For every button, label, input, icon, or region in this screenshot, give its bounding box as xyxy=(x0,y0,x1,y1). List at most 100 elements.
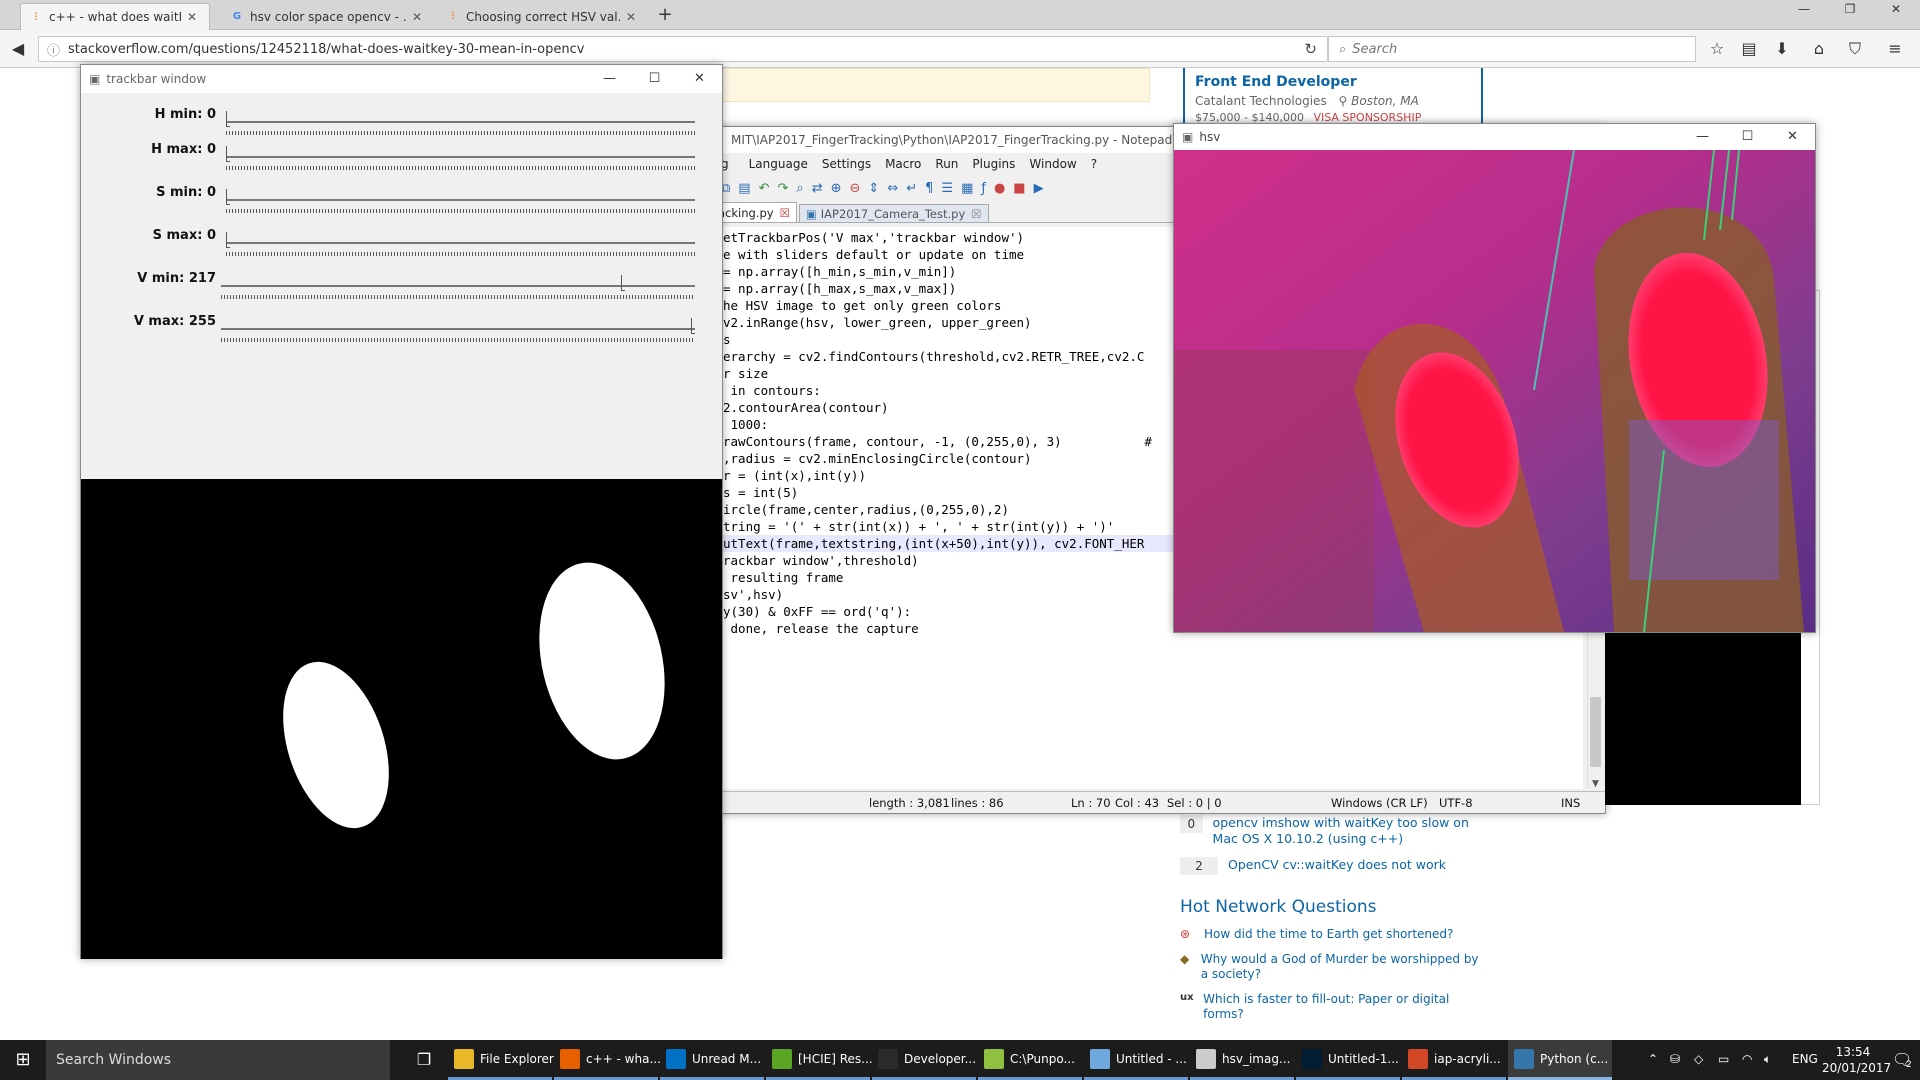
indent-guide-icon[interactable]: ☰ xyxy=(941,181,953,196)
url-bar[interactable]: ⓘ stackoverflow.com/questions/12452118/w… xyxy=(38,36,1328,62)
undo-icon[interactable]: ↶ xyxy=(759,181,770,196)
trackbar-thumb[interactable] xyxy=(226,189,230,205)
hot-question-link[interactable]: Why would a God of Murder be worshipped … xyxy=(1201,952,1480,982)
taskbar-item[interactable]: Developer... xyxy=(872,1040,976,1080)
windows-start-icon[interactable]: ⊞ xyxy=(0,1040,46,1080)
pocket-icon[interactable]: ⛉ xyxy=(1845,39,1865,59)
chevron-up-icon[interactable]: ⌃ xyxy=(1648,1052,1658,1066)
linked-question-link[interactable]: OpenCV cv::waitKey does not work xyxy=(1228,857,1446,873)
job-title[interactable]: Front End Developer xyxy=(1195,74,1471,90)
record-macro-icon[interactable]: ● xyxy=(994,181,1005,196)
task-view-icon[interactable]: ❐ xyxy=(402,1040,446,1080)
document-tab[interactable]: ▣ IAP2017_Camera_Test.py ☒ xyxy=(798,204,989,222)
trackbar-slider[interactable] xyxy=(226,242,695,244)
home-icon[interactable]: ⌂ xyxy=(1809,39,1829,59)
trackbar-slider[interactable] xyxy=(221,328,695,330)
taskbar-item[interactable]: Untitled-1... xyxy=(1296,1040,1400,1080)
minimize-icon[interactable]: — xyxy=(1680,124,1725,150)
bookmark-star-icon[interactable]: ☆ xyxy=(1707,39,1727,59)
replace-icon[interactable]: ⇄ xyxy=(812,181,823,196)
hot-question-link[interactable]: How did the time to Earth get shortened? xyxy=(1204,927,1453,942)
menu-icon[interactable]: ≡ xyxy=(1885,39,1905,59)
minimize-icon[interactable]: — xyxy=(587,65,632,93)
taskbar-item[interactable]: C:\Punpo... xyxy=(978,1040,1082,1080)
chevron-down-icon[interactable]: ▼ xyxy=(1588,779,1603,789)
trackbar-thumb[interactable] xyxy=(226,111,230,127)
trackbar-slider[interactable] xyxy=(226,156,695,158)
menu-item-help[interactable]: ? xyxy=(1091,157,1097,171)
taskbar-item[interactable]: hsv_imag... xyxy=(1190,1040,1294,1080)
sync-vertical-icon[interactable]: ⇕ xyxy=(868,181,879,196)
browser-tab-1[interactable]: G hsv color space opencv - … ✕ xyxy=(222,3,434,30)
taskbar-item[interactable]: c++ - wha... xyxy=(554,1040,661,1080)
list-item[interactable]: ◆ Why would a God of Murder be worshippe… xyxy=(1180,952,1480,982)
dropbox-icon[interactable]: ◇ xyxy=(1694,1052,1703,1066)
minimize-icon[interactable]: — xyxy=(1784,2,1824,26)
linked-question-link[interactable]: opencv imshow with waitKey too slow on M… xyxy=(1213,815,1480,847)
back-icon[interactable]: ◀ xyxy=(8,39,28,59)
zoom-in-icon[interactable]: ⊕ xyxy=(831,181,842,196)
trackbar-slider[interactable] xyxy=(226,199,695,201)
menu-item-language[interactable]: Language xyxy=(749,157,808,171)
volume-icon[interactable]: 🔈︎ xyxy=(1764,1052,1771,1067)
trackbar-slider[interactable] xyxy=(226,121,695,123)
close-icon[interactable]: ☒ xyxy=(971,207,981,221)
paste-icon[interactable]: ▤ xyxy=(738,181,750,196)
reload-icon[interactable]: ↻ xyxy=(1304,40,1317,58)
close-icon[interactable]: ✕ xyxy=(187,10,201,24)
job-ad[interactable]: Front End Developer Catalant Technologie… xyxy=(1183,68,1483,128)
reading-list-icon[interactable]: ▤ xyxy=(1739,39,1759,59)
browser-tab-2[interactable]: ⫶ Choosing correct HSV val… ✕ xyxy=(438,3,648,30)
maximize-icon[interactable]: ☐ xyxy=(1725,124,1770,150)
clock[interactable]: 13:54 20/01/2017 xyxy=(1822,1044,1891,1076)
find-icon[interactable]: ⌕ xyxy=(796,181,803,196)
close-icon[interactable]: ☒ xyxy=(780,206,790,220)
new-tab-icon[interactable]: + xyxy=(654,4,676,26)
browser-tab-0[interactable]: ⫶ c++ - what does waitKey (… ✕ xyxy=(20,3,210,30)
trackbar-thumb[interactable] xyxy=(226,232,230,248)
close-icon[interactable]: ✕ xyxy=(1876,2,1916,26)
stop-macro-icon[interactable]: ■ xyxy=(1013,181,1025,196)
scrollbar-thumb[interactable] xyxy=(1590,697,1601,767)
close-icon[interactable]: ✕ xyxy=(626,10,640,24)
search-input[interactable]: ⌕ Search xyxy=(1328,36,1696,62)
trackbar-thumb[interactable] xyxy=(226,146,230,162)
battery-icon[interactable]: ▭ xyxy=(1718,1052,1729,1066)
network-app-icon[interactable]: ⛁ xyxy=(1670,1052,1680,1066)
close-icon[interactable]: ✕ xyxy=(677,65,722,93)
doc-map-icon[interactable]: ▦ xyxy=(961,181,973,196)
list-item[interactable]: 0 opencv imshow with waitKey too slow on… xyxy=(1180,815,1480,847)
wrap-icon[interactable]: ↵ xyxy=(906,181,917,196)
playback-icon[interactable]: ▶ xyxy=(1034,181,1044,196)
document-tab-active[interactable]: acking.py ☒ xyxy=(711,202,797,222)
taskbar-item[interactable]: File Explorer xyxy=(448,1040,554,1080)
show-all-chars-icon[interactable]: ¶ xyxy=(925,181,933,196)
hot-question-link[interactable]: Which is faster to fill-out: Paper or di… xyxy=(1203,992,1480,1022)
close-icon[interactable]: ✕ xyxy=(412,10,426,24)
trackbar-thumb[interactable] xyxy=(620,275,625,291)
list-item[interactable]: ux Which is faster to fill-out: Paper or… xyxy=(1180,992,1480,1022)
language-indicator[interactable]: ENG xyxy=(1792,1052,1818,1066)
taskbar-item[interactable]: iap-acryli... xyxy=(1402,1040,1506,1080)
taskbar-item[interactable]: Unread M... xyxy=(660,1040,764,1080)
menu-item-settings[interactable]: Settings xyxy=(822,157,871,171)
maximize-icon[interactable]: ☐ xyxy=(632,65,677,93)
taskbar-item[interactable]: Untitled - ... xyxy=(1084,1040,1188,1080)
hot-network-title[interactable]: Hot Network Questions xyxy=(1180,897,1480,917)
menu-item-run[interactable]: Run xyxy=(935,157,958,171)
menu-item-window[interactable]: Window xyxy=(1029,157,1076,171)
zoom-out-icon[interactable]: ⊖ xyxy=(850,181,861,196)
menu-item-macro[interactable]: Macro xyxy=(885,157,921,171)
menu-item-plugins[interactable]: Plugins xyxy=(972,157,1015,171)
list-item[interactable]: 2 OpenCV cv::waitKey does not work xyxy=(1180,857,1480,875)
taskbar-item[interactable]: [HCIE] Res... xyxy=(766,1040,873,1080)
function-list-icon[interactable]: ƒ xyxy=(981,181,986,196)
close-icon[interactable]: ✕ xyxy=(1770,124,1815,150)
taskbar-search-input[interactable]: Search Windows xyxy=(46,1040,390,1080)
trackbar-thumb[interactable] xyxy=(691,318,695,334)
redo-icon[interactable]: ↷ xyxy=(778,181,789,196)
list-item[interactable]: ⊛ How did the time to Earth get shortene… xyxy=(1180,927,1480,942)
taskbar-item[interactable]: Python (c... xyxy=(1508,1040,1612,1080)
download-icon[interactable]: ⬇ xyxy=(1772,39,1792,59)
sync-horizontal-icon[interactable]: ⇔ xyxy=(887,181,898,196)
